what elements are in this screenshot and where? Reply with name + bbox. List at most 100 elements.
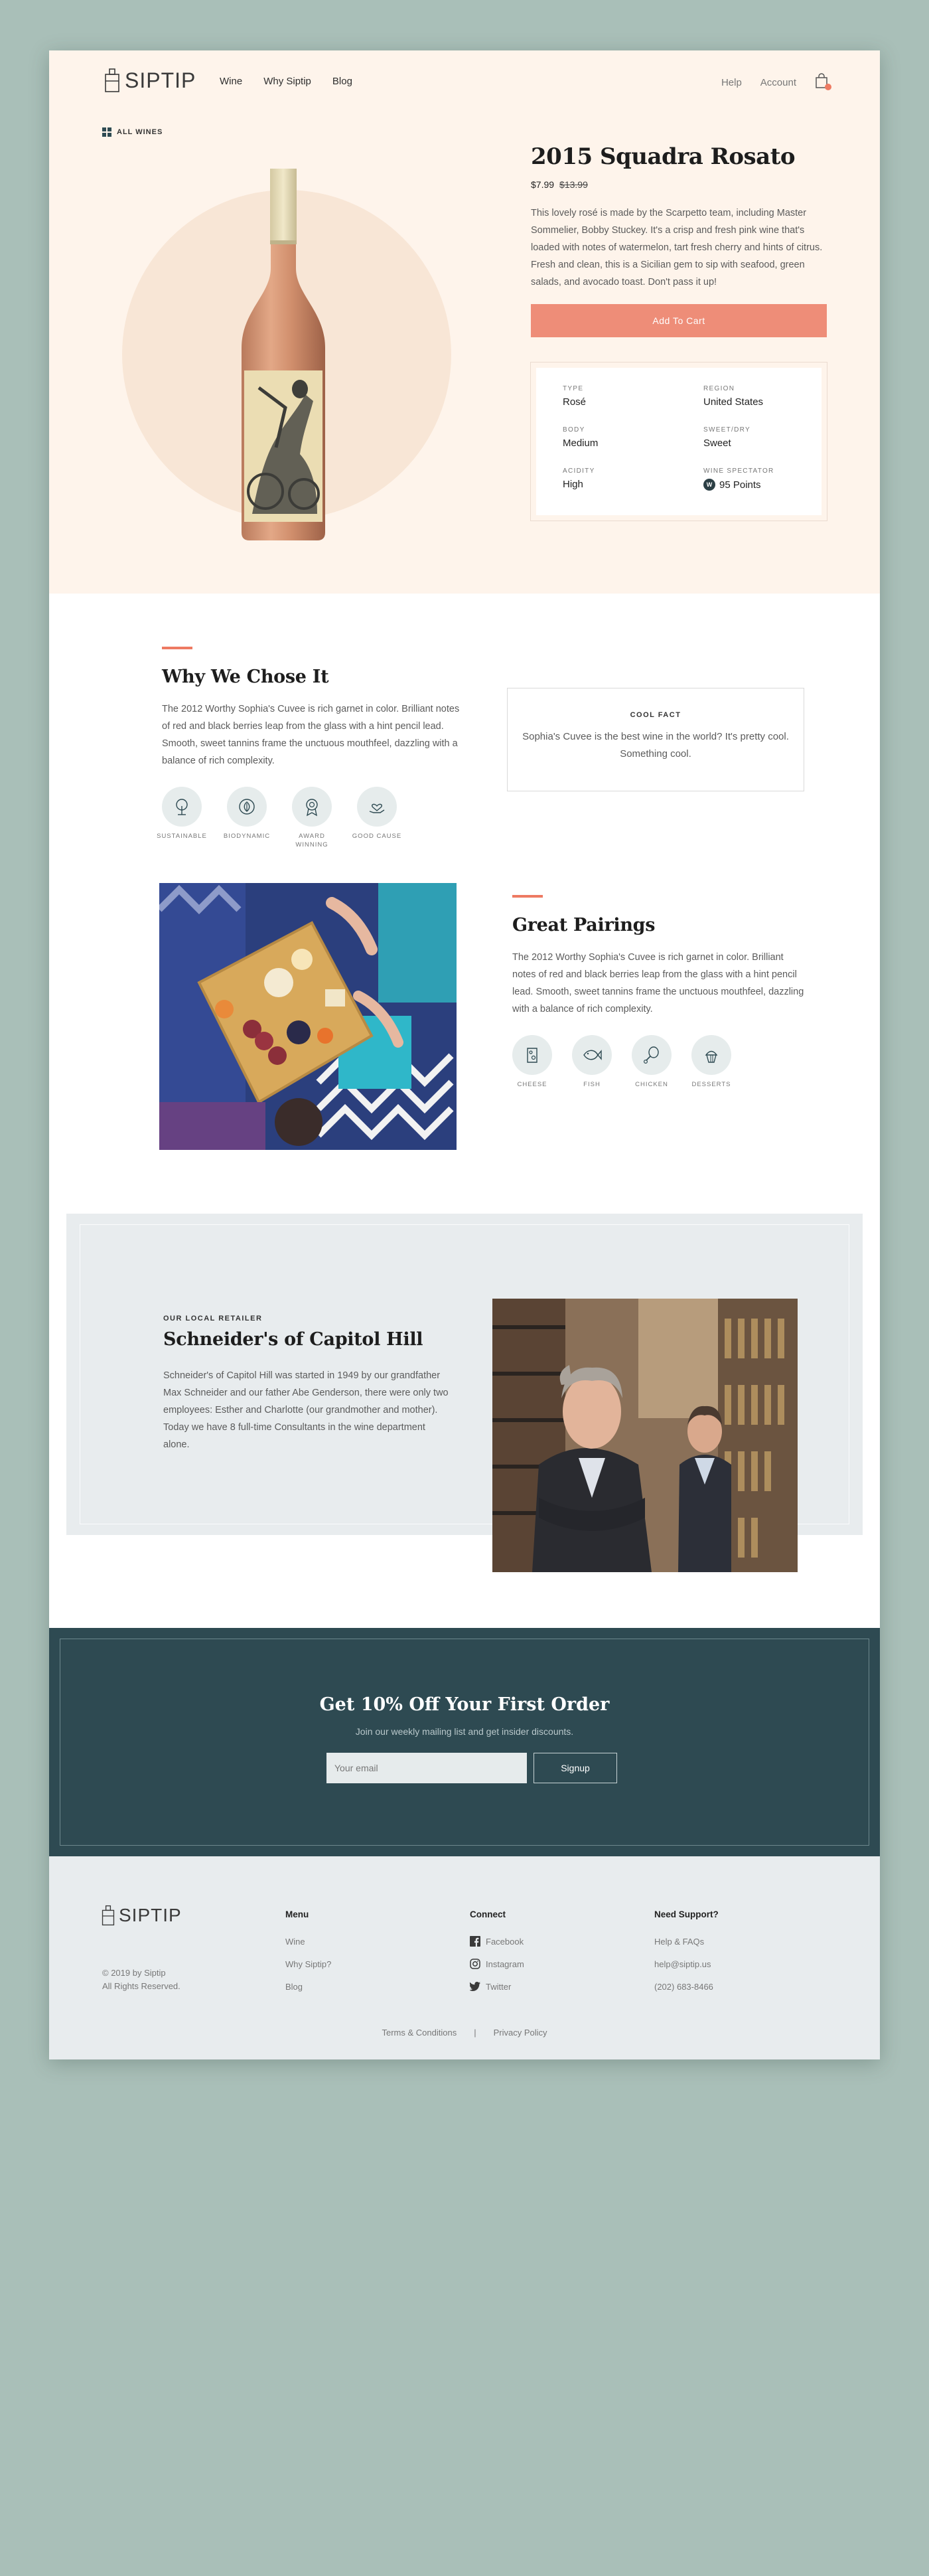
privacy-link[interactable]: Privacy Policy (494, 2028, 547, 2038)
award-ribbon-icon (292, 787, 332, 827)
spec-label: ACIDITY (563, 467, 595, 475)
cheese-icon (512, 1035, 552, 1075)
footer-logo[interactable]: SIPTIP (101, 1904, 182, 1927)
shopping-bag-icon[interactable] (815, 73, 831, 90)
badge-sustainable: SUSTAINABLE (157, 787, 206, 849)
badge-label: CHEESE (517, 1081, 547, 1088)
pairing-badges: CHEESE FISH CHICKEN DESSERTS (512, 1035, 806, 1089)
nav-link-help[interactable]: Help (721, 77, 742, 88)
product-specs: TYPE Rosé REGION United States BODY Medi… (530, 362, 827, 521)
great-pairings: Great Pairings The 2012 Worthy Sophia's … (512, 895, 806, 1089)
fish-icon (572, 1035, 612, 1075)
recycle-leaf-icon (227, 787, 267, 827)
all-wines-link[interactable]: ALL WINES (102, 127, 163, 137)
footer-link-help-faqs[interactable]: Help & FAQs (654, 1930, 719, 1953)
footer-link-instagram[interactable]: Instagram (470, 1953, 524, 1975)
badge-label: GOOD CAUSE (352, 833, 402, 840)
badge-award-winning: AWARD WINNING (292, 787, 332, 849)
nav-link-blog[interactable]: Blog (332, 76, 352, 87)
spec-label: SWEET/DRY (703, 426, 750, 434)
all-wines-label: ALL WINES (117, 128, 163, 136)
newsletter-frame (60, 1639, 869, 1846)
badge-label: AWARD WINNING (295, 833, 328, 848)
spec-label: BODY (563, 426, 585, 434)
spec-value: United States (703, 396, 764, 408)
rights-line: All Rights Reserved. (102, 1981, 180, 1991)
pairing-cheese: CHEESE (512, 1035, 552, 1089)
spec-value: 95 Points (719, 479, 761, 491)
email-input[interactable] (326, 1753, 527, 1783)
newsletter-title: Get 10% Off Your First Order (319, 1694, 610, 1715)
wine-bottle-image (242, 169, 325, 540)
footer-link-facebook[interactable]: Facebook (470, 1930, 524, 1953)
logo-text: SIPTIP (125, 68, 196, 92)
wine-box-logo-icon (105, 68, 119, 92)
signup-button[interactable]: Signup (534, 1753, 617, 1783)
section-title: Why We Chose It (162, 667, 329, 687)
copyright-line: © 2019 by Siptip (102, 1968, 166, 1978)
cart-count-badge (825, 84, 831, 90)
badge-label: SUSTAINABLE (157, 833, 207, 840)
footer-heading: Menu (285, 1909, 309, 1919)
section-title: Great Pairings (512, 915, 656, 935)
tree-icon (162, 787, 202, 827)
badge-label: FISH (583, 1081, 601, 1088)
badge-label: DESSERTS (691, 1081, 731, 1088)
product-info: 2015 Squadra Rosato $7.99 $13.99 This lo… (530, 143, 827, 521)
footer-heading: Need Support? (654, 1909, 719, 1919)
footer-link-blog[interactable]: Blog (285, 1975, 331, 1998)
footer-link-twitter[interactable]: Twitter (470, 1975, 524, 1998)
badge-biodynamic: BIODYNAMIC (224, 787, 269, 849)
cool-fact-text: Sophia's Cuvee is the best wine in the w… (522, 731, 789, 760)
spec-acidity: ACIDITY High (563, 467, 703, 491)
legal-links: Terms & Conditions | Privacy Policy (49, 2028, 880, 2038)
footer-link-email[interactable]: help@siptip.us (654, 1953, 719, 1975)
footer-logo-text: SIPTIP (119, 1905, 182, 1925)
footer-connect: Connect Facebook Instagram Twitter (470, 1909, 524, 1998)
spec-value: Medium (563, 438, 599, 449)
picnic-photo (159, 883, 457, 1150)
newsletter-subtitle: Join our weekly mailing list and get ins… (355, 1726, 574, 1737)
accent-line (162, 647, 192, 649)
pairing-fish: FISH (572, 1035, 612, 1089)
logo[interactable]: SIPTIP (104, 68, 196, 93)
why-we-chose-it: Why We Chose It The 2012 Worthy Sophia's… (157, 647, 462, 849)
spec-region: REGION United States (703, 385, 823, 408)
nav-link-wine[interactable]: Wine (220, 76, 242, 87)
twitter-icon (470, 1982, 480, 1991)
product-price: $7.99 $13.99 (531, 179, 827, 190)
spec-sweet-dry: SWEET/DRY Sweet (703, 426, 823, 449)
footer-menu: Menu Wine Why Siptip? Blog (285, 1909, 331, 1998)
footer-link-why-siptip[interactable]: Why Siptip? (285, 1953, 331, 1975)
footer-link-wine[interactable]: Wine (285, 1930, 331, 1953)
pairing-desserts: DESSERTS (691, 1035, 731, 1089)
badge-label: CHICKEN (635, 1081, 668, 1088)
product-description: This lovely rosé is made by the Scarpett… (531, 208, 823, 287)
wine-spectator-badge-icon: W (703, 479, 715, 491)
pairing-chicken: CHICKEN (632, 1035, 672, 1089)
spec-label: WINE SPECTATOR (703, 467, 774, 475)
footer-heading: Connect (470, 1909, 506, 1919)
current-price: $7.99 (531, 179, 555, 190)
account-nav: Help Account (721, 73, 831, 90)
heart-hand-icon (357, 787, 397, 827)
spec-wine-spectator: WINE SPECTATOR W 95 Points (703, 467, 823, 491)
top-nav: SIPTIP Wine Why Siptip Blog Help Account (49, 50, 880, 117)
facebook-icon (470, 1936, 480, 1947)
nav-link-account[interactable]: Account (760, 77, 796, 88)
copyright: © 2019 by Siptip All Rights Reserved. (102, 1967, 180, 1993)
page: SIPTIP Wine Why Siptip Blog Help Account (49, 50, 880, 2059)
footer-link-label: Facebook (486, 1936, 524, 1947)
retailer-text: Schneider's of Capitol Hill was started … (163, 1370, 449, 1450)
footer-link-label: Twitter (486, 1981, 512, 1992)
spec-value: Sweet (703, 438, 731, 449)
terms-link[interactable]: Terms & Conditions (382, 2028, 457, 2038)
add-to-cart-button[interactable]: Add To Cart (531, 304, 827, 337)
retailer-owners-photo (492, 1299, 798, 1572)
badge-good-cause: GOOD CAUSE (352, 787, 401, 849)
nav-link-why-siptip[interactable]: Why Siptip (263, 76, 311, 87)
footer-link-phone[interactable]: (202) 683-8466 (654, 1975, 719, 1998)
newsletter: Get 10% Off Your First Order Join our we… (49, 1628, 880, 1856)
local-retailer: OUR LOCAL RETAILER Schneider's of Capito… (163, 1315, 449, 1453)
spec-type: TYPE Rosé (563, 385, 703, 408)
